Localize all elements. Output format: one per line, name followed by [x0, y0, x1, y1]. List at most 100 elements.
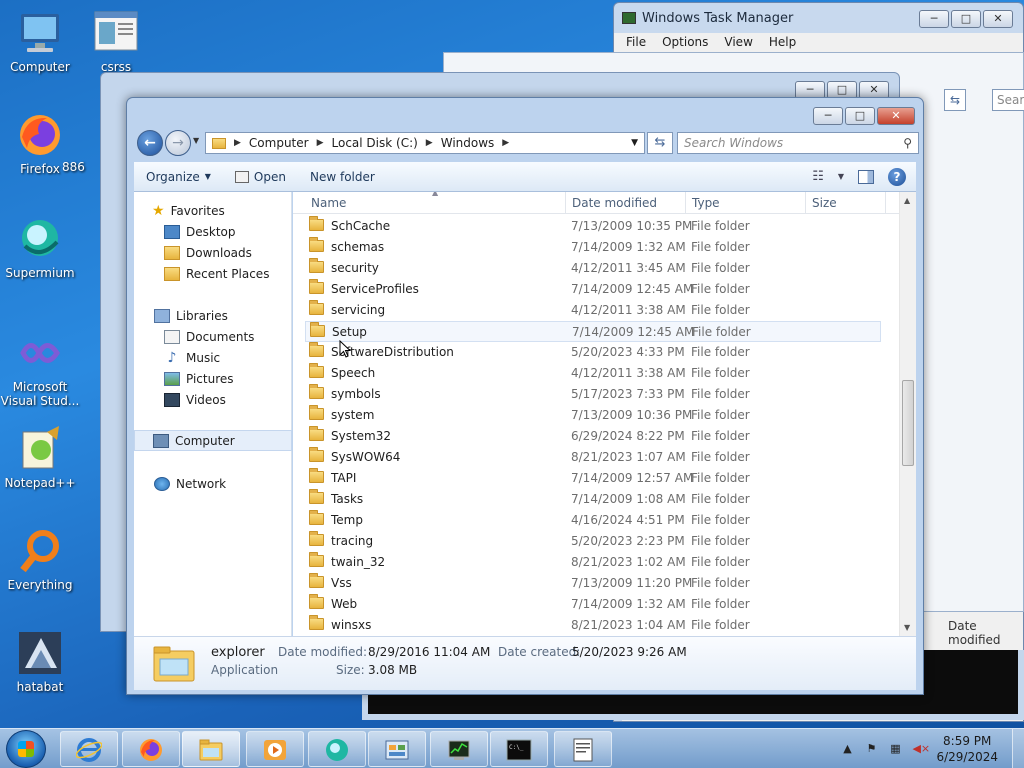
network-icon[interactable]: ▦ — [888, 742, 902, 756]
vertical-scrollbar[interactable]: ▲ ▼ — [899, 192, 916, 636]
menu-file[interactable]: File — [626, 35, 646, 51]
volume-muted-icon[interactable]: ◀× — [912, 742, 930, 756]
file-row[interactable]: Tasks 7/14/2009 1:08 AM File folder — [305, 489, 881, 510]
desktop-icon-csrss[interactable]: csrss — [78, 10, 154, 74]
action-center-flag-icon[interactable]: ⚑ — [864, 742, 878, 756]
column-header-type[interactable]: Type — [692, 196, 720, 210]
file-row[interactable]: twain_32 8/21/2023 1:02 AM File folder — [305, 552, 881, 573]
nav-network[interactable]: Network — [134, 473, 292, 494]
new-folder-button[interactable]: New folder — [298, 170, 387, 184]
background-search-input[interactable]: Sear — [992, 89, 1024, 111]
nav-desktop[interactable]: Desktop — [134, 221, 292, 242]
column-header-date[interactable]: Date modified — [572, 196, 657, 210]
menu-options[interactable]: Options — [662, 35, 708, 51]
nav-videos[interactable]: Videos — [134, 389, 292, 410]
chevron-down-icon[interactable]: ▼ — [838, 172, 844, 181]
scroll-up-icon[interactable]: ▲ — [904, 196, 910, 205]
search-icon[interactable]: ⚲ — [903, 136, 912, 150]
desktop-icon-visual-studio[interactable]: Microsoft Visual Stud... — [0, 330, 80, 408]
file-row[interactable]: Web 7/14/2009 1:32 AM File folder — [305, 594, 881, 615]
help-icon[interactable]: ? — [888, 167, 906, 186]
file-row[interactable]: SysWOW64 8/21/2023 1:07 AM File folder — [305, 447, 881, 468]
preview-pane-icon[interactable] — [858, 169, 874, 184]
recent-pages-chevron-icon[interactable]: ▼ — [193, 136, 199, 145]
nav-computer[interactable]: Computer — [134, 430, 292, 451]
file-row[interactable]: system 7/13/2009 10:36 PM File folder — [305, 405, 881, 426]
column-separator[interactable] — [805, 192, 806, 214]
breadcrumb-computer[interactable]: Computer — [249, 136, 309, 150]
explorer-window[interactable]: ─ □ ✕ ← → ▼ ▶ Computer ▶ Local Disk (C:)… — [126, 97, 924, 695]
close-button[interactable]: ✕ — [983, 10, 1013, 28]
file-row[interactable]: Temp 4/16/2024 4:51 PM File folder — [305, 510, 881, 531]
nav-downloads[interactable]: Downloads — [134, 242, 292, 263]
file-row[interactable]: servicing 4/12/2011 3:38 AM File folder — [305, 300, 881, 321]
column-separator[interactable] — [565, 192, 566, 214]
clock[interactable]: 8:59 PM 6/29/2024 — [936, 733, 998, 765]
column-header-size[interactable]: Size — [812, 196, 837, 210]
column-separator[interactable] — [885, 192, 886, 214]
show-hidden-icons-chevron-icon[interactable]: ▲ — [840, 742, 854, 756]
file-row[interactable]: Vss 7/13/2009 11:20 PM File folder — [305, 573, 881, 594]
breadcrumb-separator-icon[interactable]: ▶ — [317, 138, 324, 148]
file-row[interactable]: TAPI 7/14/2009 12:57 AM File folder — [305, 468, 881, 489]
forward-button[interactable]: → — [165, 130, 191, 156]
column-header-name[interactable]: Name — [311, 196, 346, 210]
taskbar-windows-explorer[interactable] — [182, 731, 240, 767]
menu-view[interactable]: View — [724, 35, 752, 51]
file-row[interactable]: SoftwareDistribution 5/20/2023 4:33 PM Fil… — [305, 342, 881, 363]
breadcrumb-local-disk[interactable]: Local Disk (C:) — [332, 136, 418, 150]
close-button[interactable]: ✕ — [877, 107, 915, 125]
file-row[interactable]: Speech 4/12/2011 3:38 AM File folder — [305, 363, 881, 384]
nav-favorites[interactable]: ★ Favorites — [134, 200, 292, 221]
file-row[interactable]: winsxs 8/21/2023 1:04 AM File folder — [305, 615, 881, 636]
nav-libraries[interactable]: Libraries — [134, 305, 292, 326]
nav-documents[interactable]: Documents — [134, 326, 292, 347]
file-row[interactable]: symbols 5/17/2023 7:33 PM File folder — [305, 384, 881, 405]
search-input[interactable]: Search Windows ⚲ — [677, 132, 919, 154]
refresh-button[interactable]: ⇆ — [647, 132, 673, 154]
taskbar-media-player[interactable] — [246, 731, 304, 767]
breadcrumb-separator-icon[interactable]: ▶ — [234, 138, 241, 148]
maximize-button[interactable]: □ — [951, 10, 981, 28]
back-button[interactable]: ← — [137, 130, 163, 156]
file-row[interactable]: schemas 7/14/2009 1:32 AM File folder — [305, 237, 881, 258]
scrollbar-thumb[interactable] — [902, 380, 914, 466]
minimize-button[interactable]: ─ — [813, 107, 843, 125]
file-row[interactable]: ServiceProfiles 7/14/2009 12:45 AM File fo… — [305, 279, 881, 300]
taskbar-control-panel[interactable] — [368, 731, 426, 767]
file-row[interactable]: SchCache 7/13/2009 10:35 PM File folder — [305, 216, 881, 237]
taskbar-supermium[interactable] — [308, 731, 366, 767]
taskbar-internet-explorer[interactable] — [60, 731, 118, 767]
address-dropdown-chevron-icon[interactable]: ▼ — [631, 138, 638, 148]
refresh-icon[interactable]: ⇆ — [944, 89, 966, 111]
column-separator[interactable] — [685, 192, 686, 214]
file-row[interactable]: Setup 7/14/2009 12:45 AM File folder — [305, 321, 881, 342]
taskbar-notepad[interactable] — [554, 731, 612, 767]
file-row[interactable]: System32 6/29/2024 8:22 PM File folder — [305, 426, 881, 447]
breadcrumb-windows[interactable]: Windows — [441, 136, 495, 150]
taskbar-command-prompt[interactable]: C:\_ — [490, 731, 548, 767]
start-button[interactable] — [6, 730, 46, 768]
taskbar-firefox[interactable] — [122, 731, 180, 767]
file-row[interactable]: security 4/12/2011 3:45 AM File folder — [305, 258, 881, 279]
desktop-icon-notepadpp[interactable]: Notepad++ — [2, 426, 78, 490]
organize-button[interactable]: Organize ▼ — [134, 170, 223, 184]
minimize-button[interactable]: ─ — [919, 10, 949, 28]
breadcrumb-separator-icon[interactable]: ▶ — [426, 138, 433, 148]
desktop-icon-supermium[interactable]: Supermium — [2, 216, 78, 280]
desktop-icon-everything[interactable]: Everything — [2, 528, 78, 592]
file-row[interactable]: tracing 5/20/2023 2:23 PM File folder — [305, 531, 881, 552]
desktop-icon-computer[interactable]: Computer — [2, 10, 78, 74]
nav-recent-places[interactable]: Recent Places — [134, 263, 292, 284]
open-button[interactable]: Open — [223, 170, 298, 184]
desktop-icon-hatabat[interactable]: hatabat — [2, 630, 78, 694]
desktop-icon-886[interactable]: 886 — [62, 160, 102, 174]
scroll-down-icon[interactable]: ▼ — [904, 623, 910, 632]
menu-help[interactable]: Help — [769, 35, 796, 51]
view-options-icon[interactable]: ☷ — [812, 169, 824, 184]
nav-music[interactable]: ♪ Music — [134, 347, 292, 368]
maximize-button[interactable]: □ — [845, 107, 875, 125]
nav-pictures[interactable]: Pictures — [134, 368, 292, 389]
show-desktop-button[interactable] — [1012, 729, 1024, 768]
address-bar[interactable]: ▶ Computer ▶ Local Disk (C:) ▶ Windows ▶… — [205, 132, 645, 154]
